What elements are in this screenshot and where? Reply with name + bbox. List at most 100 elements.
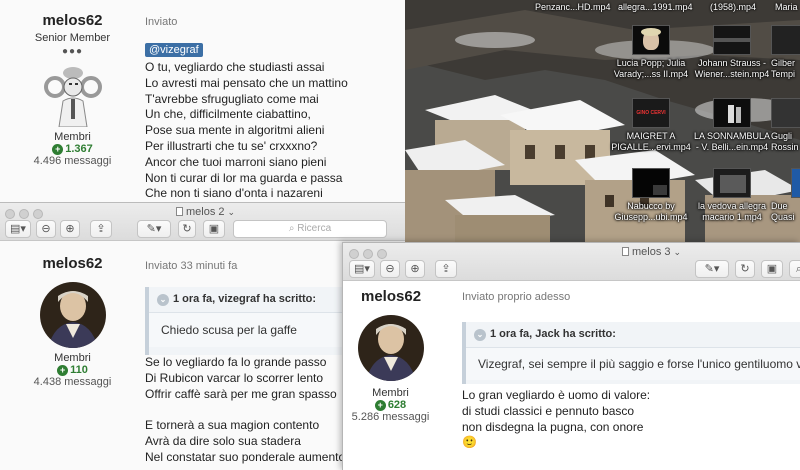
close-button[interactable] [5,209,15,219]
desktop-video-file[interactable]: GINO CERVI MAIGRET A PIGALLE...ervi.mp4 [611,98,691,153]
post-line: Se lo vegliardo fa lo grande passo [145,355,327,369]
author-panel: melos62 Membri +628 5.286 messaggi [343,288,438,423]
desktop-file-label[interactable]: Penzanc...HD.mp4 [535,2,611,12]
document-icon [622,247,629,256]
window-title-text: melos 3 [632,246,671,258]
video-thumbnail [713,25,751,55]
video-thumbnail: GINO CERVI [632,98,670,128]
post-line: Un che, difficilmente ciabattino, [145,107,311,122]
post-body: Lo gran vegliardo è uomo di valore: di s… [462,388,650,451]
chevron-down-icon[interactable]: ⌄ [228,207,236,217]
desktop-video-file[interactable]: Gilber Tempi [771,25,800,80]
desktop-video-file[interactable]: la vedova allegra macario 1.mp4 [692,168,772,223]
post-line: Offrir caffè sarà per me gran spasso [145,386,337,401]
avatar-image [357,315,424,381]
file-name: - V. Belli...ein.mp4 [695,142,769,152]
sidebar-toggle-icon[interactable]: ▤▾ [349,260,375,278]
zoom-button[interactable] [377,249,387,259]
avatar[interactable] [40,63,105,128]
post-timestamp: Inviato [145,16,178,28]
zoom-button[interactable] [33,209,43,219]
post-line: Per illustrarti che tu se' crxxxno? [145,138,318,153]
quote-block: ⌄ 1 ora fa, Jack ha scritto: Vizegraf, se… [462,322,800,384]
file-name: Varady;...ss II.mp4 [613,69,689,79]
zoom-out-icon[interactable]: ⊖ [380,260,400,278]
share-icon[interactable]: ⇪ [435,260,457,278]
desktop-video-file[interactable]: Nabucco by Giusepp...ubi.mp4 [611,168,691,223]
window-title: melos 2 ⌄ [176,206,235,218]
post-line: Nel constatar suo ponderale aumento [145,449,346,464]
file-name: Quasi [771,212,795,222]
video-thumbnail [713,168,751,198]
avatar[interactable] [357,315,424,381]
toolbox-icon[interactable]: ▣ [761,260,783,278]
user-mention[interactable]: @vizegraf [145,43,203,57]
search-input[interactable]: ⌕ [789,260,800,278]
avatar[interactable] [39,282,106,348]
markup-pen-icon[interactable]: ✎▾ [137,220,171,238]
share-icon[interactable]: ⇪ [90,220,112,238]
post-line: di studi classici e pennuto basco [462,403,635,418]
desktop-video-file[interactable]: Due Quasi [771,168,800,223]
file-name: Giusepp...ubi.mp4 [614,212,688,222]
plus-icon: + [52,144,64,155]
window-toolbar: melos 3⌄ ▤▾ ⊖ ⊕ ⇪ ✎▾ ↻ ▣ ⌕ [343,243,800,281]
author-panel: melos62 Senior Member ●●● Membri +1.367 … [0,12,145,167]
avatar-image [39,282,106,348]
post-line: Lo gran vegliardo è uomo di valore: [462,388,651,402]
file-name: MAIGRET A [626,131,676,141]
minimize-button[interactable] [363,249,373,259]
desktop-top-row: Penzanc...HD.mp4 allegra...1991.mp4 (195… [405,0,800,22]
file-name: Lucia Popp; Julia [616,58,686,68]
username[interactable]: melos62 [0,12,145,29]
post-line: Lo avresti mai pensato che un mattino [145,75,348,90]
post-body: Se lo vegliardo fa lo grande passo Di Ru… [145,355,345,466]
message-count: 4.438 messaggi [33,376,112,388]
desktop-video-file[interactable]: Lucia Popp; Julia Varady;...ss II.mp4 [611,25,691,80]
zoom-in-icon[interactable]: ⊕ [405,260,425,278]
reputation-count: +110 [0,364,145,376]
video-thumbnail [771,25,800,55]
post-line: Avrà da dire solo sua stadera [145,434,301,449]
rotate-icon[interactable]: ↻ [178,220,196,238]
rank-pips: ●●● [61,46,84,57]
zoom-out-icon[interactable]: ⊖ [36,220,56,238]
minimize-button[interactable] [19,209,29,219]
post-timestamp: Inviato 33 minuti fa [145,260,238,272]
search-input[interactable]: ⌕ Ricerca [233,220,387,238]
message-count: 4.496 messaggi [33,155,112,167]
sidebar-toggle-icon[interactable]: ▤▾ [5,220,31,238]
plus-icon: + [374,400,386,411]
desktop-video-file[interactable]: Gugli Rossin [771,98,800,153]
desktop-file-label[interactable]: (1958).mp4 [710,2,756,12]
desktop-file-label[interactable]: allegra...1991.mp4 [618,2,693,12]
quote-header[interactable]: ⌄ 1 ora fa, Jack ha scritto: [466,322,800,347]
desktop-video-file[interactable]: Johann Strauss - Wiener...stein.mp4 [692,25,772,80]
forum-window-1: melos62 Senior Member ●●● Membri +1.367 … [0,0,405,205]
close-button[interactable] [349,249,359,259]
search-icon: ⌕ [288,223,298,234]
toolbox-icon[interactable]: ▣ [203,220,225,238]
search-placeholder: Ricerca [297,223,332,234]
preview-window-melos-3: melos 3⌄ ▤▾ ⊖ ⊕ ⇪ ✎▾ ↻ ▣ ⌕ melos62 Membr… [342,242,800,470]
plus-icon: + [57,365,69,376]
desktop-background: Penzanc...HD.mp4 allegra...1991.mp4 (195… [405,0,800,242]
chevron-down-icon: ⌄ [157,294,169,306]
reputation-value: 110 [70,364,88,376]
username[interactable]: melos62 [343,288,438,305]
chevron-down-icon[interactable]: ⌄ [674,247,682,257]
markup-pen-icon[interactable]: ✎▾ [695,260,729,278]
zoom-in-icon[interactable]: ⊕ [60,220,80,238]
file-name: Gugli [771,131,793,141]
rotate-icon[interactable]: ↻ [735,260,755,278]
post-body: @vizegraf O tu, vegliardo che studiasti … [145,40,348,202]
video-thumbnail [632,168,670,198]
desktop-video-file[interactable]: LA SONNAMBULA - V. Belli...ein.mp4 [692,98,772,153]
video-thumbnail [791,168,800,198]
member-group: Membri [372,387,409,399]
avatar-image [40,63,105,128]
username[interactable]: melos62 [0,255,145,272]
desktop-file-label[interactable]: Maria [775,2,798,12]
window-toolbar: melos 2 ⌄ ▤▾ ⊖ ⊕ ⇪ ✎▾ ↻ ▣ ⌕ Ricerca [0,203,405,241]
video-thumbnail [632,25,670,55]
